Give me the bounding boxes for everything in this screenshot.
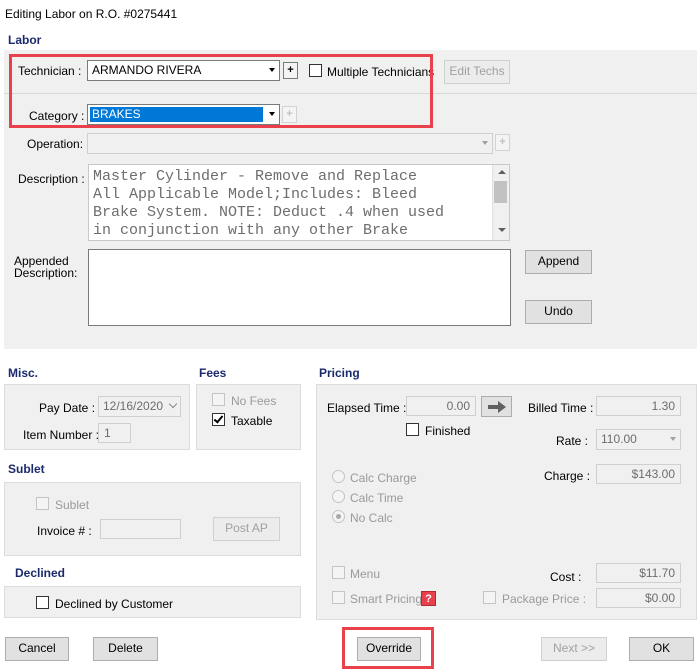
undo-button[interactable]: Undo	[525, 300, 592, 324]
chevron-down-icon	[168, 399, 178, 409]
billed-time-label: Billed Time :	[528, 401, 594, 415]
taxable-label: Taxable	[231, 414, 273, 428]
fees-header: Fees	[199, 366, 227, 380]
charge-field[interactable]: $143.00	[596, 464, 681, 484]
window-title: Editing Labor on R.O. #0275441	[5, 7, 178, 21]
description-textarea[interactable]: Master Cylinder - Remove and Replace All…	[88, 164, 510, 241]
description-label: Description :	[18, 172, 85, 186]
cost-field[interactable]: $11.70	[596, 563, 681, 583]
item-number-field[interactable]: 1	[98, 423, 131, 443]
rate-dropdown[interactable]: 110.00	[596, 429, 681, 450]
labor-header: Labor	[8, 33, 42, 47]
transfer-time-button[interactable]	[481, 396, 512, 417]
pay-date-value: 12/16/2020	[103, 399, 164, 413]
sublet-checkbox[interactable]	[36, 497, 49, 510]
rate-value: 110.00	[601, 432, 637, 446]
appended-label-line2: Description:	[14, 266, 78, 280]
description-line: Brake System. NOTE: Deduct .4 when used	[93, 204, 445, 221]
radio-selected-dot	[336, 514, 341, 519]
arrow-right-icon	[487, 400, 506, 413]
cancel-button[interactable]: Cancel	[5, 637, 69, 661]
smart-pricing-checkbox[interactable]	[332, 591, 345, 604]
highlight-box-technician-category	[9, 54, 433, 128]
no-fees-label: No Fees	[231, 394, 277, 408]
no-calc-label: No Calc	[350, 511, 393, 525]
cost-label: Cost :	[550, 570, 582, 584]
description-scrollbar[interactable]	[492, 165, 509, 240]
operation-label: Operation:	[27, 137, 84, 151]
calc-charge-label: Calc Charge	[350, 471, 417, 485]
finished-checkbox[interactable]	[406, 423, 419, 436]
declined-by-customer-label: Declined by Customer	[55, 597, 174, 611]
scroll-thumb[interactable]	[494, 181, 507, 203]
no-calc-radio[interactable]	[332, 510, 345, 523]
next-button[interactable]: Next >>	[541, 637, 607, 661]
description-line: in conjunction with any other Brake	[93, 222, 409, 239]
delete-button[interactable]: Delete	[93, 637, 158, 661]
highlight-box-override	[342, 627, 434, 669]
invoice-field[interactable]	[100, 519, 181, 539]
charge-label: Charge :	[544, 469, 591, 483]
append-button[interactable]: Append	[525, 250, 592, 274]
scroll-up-icon[interactable]	[498, 170, 506, 174]
calc-time-radio[interactable]	[332, 490, 345, 503]
rate-label: Rate :	[556, 434, 589, 448]
description-line: All Applicable Model;Includes: Bleed	[93, 186, 418, 203]
pay-date-picker[interactable]: 12/16/2020	[98, 396, 181, 417]
sublet-label: Sublet	[55, 498, 90, 512]
help-icon[interactable]: ?	[421, 591, 436, 606]
description-line: Master Cylinder - Remove and Replace	[93, 168, 418, 185]
item-number-label: Item Number :	[23, 428, 100, 442]
elapsed-time-label: Elapsed Time :	[327, 401, 407, 415]
declined-header: Declined	[15, 566, 66, 580]
appended-description-textarea[interactable]	[88, 249, 511, 326]
misc-header: Misc.	[8, 366, 39, 380]
chevron-down-icon	[670, 437, 676, 441]
package-price-field[interactable]: $0.00	[596, 588, 681, 608]
scroll-down-icon[interactable]	[498, 228, 506, 232]
no-fees-checkbox[interactable]	[212, 393, 225, 406]
taxable-checkbox[interactable]	[212, 413, 225, 426]
pricing-header: Pricing	[319, 366, 360, 380]
edit-techs-button[interactable]: Edit Techs	[444, 60, 510, 84]
billed-time-field[interactable]: 1.30	[596, 396, 681, 416]
invoice-label: Invoice # :	[37, 524, 92, 538]
declined-by-customer-checkbox[interactable]	[36, 596, 49, 609]
operation-dropdown[interactable]	[87, 133, 493, 154]
package-price-label: Package Price :	[502, 592, 587, 606]
post-ap-button[interactable]: Post AP	[213, 517, 280, 541]
package-price-checkbox[interactable]	[483, 591, 496, 604]
menu-checkbox[interactable]	[332, 566, 345, 579]
ok-button[interactable]: OK	[629, 637, 694, 661]
smart-pricing-label: Smart Pricing	[350, 592, 423, 606]
calc-charge-radio[interactable]	[332, 470, 345, 483]
calc-time-label: Calc Time	[350, 491, 404, 505]
finished-label: Finished	[425, 424, 471, 438]
checkmark-icon	[213, 413, 224, 424]
pay-date-label: Pay Date :	[39, 401, 96, 415]
add-operation-button[interactable]: +	[495, 134, 510, 151]
elapsed-time-field[interactable]: 0.00	[406, 396, 476, 416]
menu-label: Menu	[350, 567, 381, 581]
chevron-down-icon	[482, 141, 488, 145]
sublet-header: Sublet	[8, 462, 45, 476]
